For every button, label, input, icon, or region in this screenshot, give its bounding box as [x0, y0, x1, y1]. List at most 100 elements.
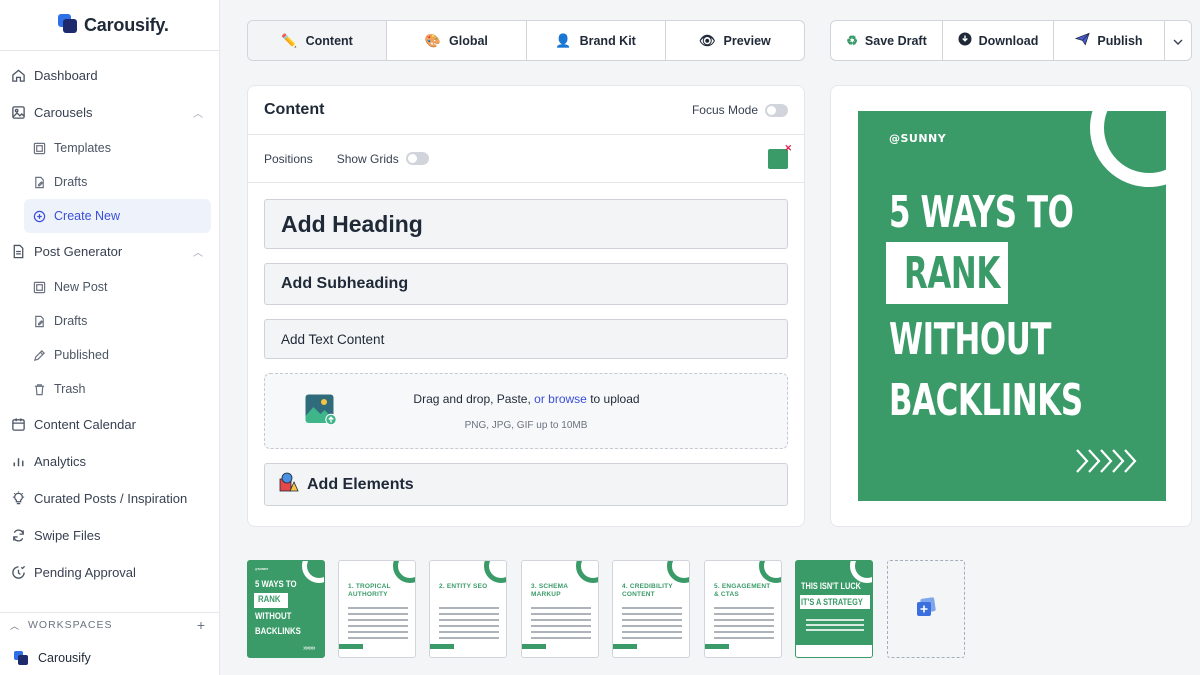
- upload-prefix: Drag and drop, Paste,: [413, 392, 531, 406]
- publish-button[interactable]: Publish: [1054, 21, 1165, 60]
- thumb-handle: @SUNNY: [255, 567, 269, 571]
- clock-check-icon: [10, 565, 26, 581]
- more-options-button[interactable]: [1165, 21, 1191, 60]
- corner-ring-decoration: [576, 561, 598, 583]
- sidebar-item-dashboard[interactable]: Dashboard: [0, 57, 219, 94]
- remove-color-icon[interactable]: ✕: [784, 143, 792, 154]
- thumb-bullets: [348, 607, 408, 643]
- upload-suffix: to upload: [590, 392, 640, 406]
- text-content-input[interactable]: Add Text Content: [264, 319, 788, 359]
- tab-label: Preview: [723, 33, 771, 48]
- background-color-swatch[interactable]: ✕: [768, 143, 792, 169]
- save-draft-label: Save Draft: [864, 33, 927, 48]
- editor-tabs: ✏️ Content 🎨 Global 👤 Brand Kit 👁 Previe…: [247, 20, 805, 61]
- slide-thumbnail[interactable]: 4. CREDIBILITY CONTENT: [612, 560, 690, 658]
- slide-thumbnail[interactable]: 3. SCHEMA MARKUP: [521, 560, 599, 658]
- sidebar-item-label: Templates: [54, 141, 111, 155]
- sidebar-item-analytics[interactable]: Analytics: [0, 443, 219, 480]
- thumb-line: RANK: [258, 594, 281, 605]
- sidebar-item-carousels[interactable]: Carousels ︿: [0, 94, 219, 131]
- tab-label: Global: [449, 33, 488, 48]
- tab-global[interactable]: 🎨 Global: [387, 21, 527, 60]
- upload-formats: PNG, JPG, GIF up to 10MB: [464, 420, 588, 431]
- slide-thumbnail[interactable]: 5. ENGAGEMENT & CTAS: [704, 560, 782, 658]
- slide-thumbnail[interactable]: THIS ISN'T LUCK IT'S A STRATEGY: [795, 560, 873, 658]
- slide-thumbnail[interactable]: 2. ENTITY SEO: [429, 560, 507, 658]
- focus-mode-toggle[interactable]: [765, 103, 788, 117]
- tab-label: Brand Kit: [579, 33, 636, 48]
- sidebar-item-post-generator[interactable]: Post Generator ︿: [0, 233, 219, 270]
- thumb-bullets: [806, 619, 864, 631]
- download-button[interactable]: Download: [943, 21, 1054, 60]
- sidebar-item-swipe-files[interactable]: Swipe Files: [0, 517, 219, 554]
- show-grids-toggle[interactable]: [405, 152, 429, 165]
- corner-ring-decoration: [850, 561, 872, 583]
- sidebar-item-trash[interactable]: Trash: [24, 372, 211, 406]
- carousify-logo-icon: [58, 14, 78, 34]
- positions-button[interactable]: Positions: [264, 152, 313, 166]
- sidebar-item-content-calendar[interactable]: Content Calendar: [0, 406, 219, 443]
- subheading-input[interactable]: Add Subheading: [264, 263, 788, 305]
- sidebar-item-label: Dashboard: [34, 68, 98, 83]
- thumb-title: 5. ENGAGEMENT & CTAS: [714, 583, 771, 598]
- sidebar-item-label: Post Generator: [34, 244, 123, 259]
- sidebar-item-label: Trash: [54, 382, 86, 396]
- corner-ring-decoration: [484, 561, 506, 583]
- thumb-title: 3. SCHEMA MARKUP: [531, 583, 568, 598]
- thumb-bullets: [714, 607, 774, 643]
- save-draft-button[interactable]: ♻ Save Draft: [831, 21, 943, 60]
- sidebar-item-create-new[interactable]: Create New: [24, 199, 211, 233]
- sidebar-item-label: Drafts: [54, 314, 88, 328]
- sidebar-item-templates[interactable]: Templates: [24, 131, 211, 165]
- workspace-item[interactable]: Carousify: [0, 643, 220, 673]
- sidebar-item-drafts[interactable]: Drafts: [24, 165, 211, 199]
- slide-thumbnail[interactable]: @SUNNY 5 WAYS TO RANK WITHOUT BACKLINKS …: [247, 560, 325, 658]
- thumb-line: IT'S A STRATEGY: [801, 597, 863, 607]
- chevron-up-icon[interactable]: ︿: [193, 105, 203, 120]
- content-panel: Content Focus Mode Positions Show Grids …: [247, 85, 805, 527]
- corner-ring-decoration: [667, 561, 689, 583]
- image-upload-dropzone[interactable]: Drag and drop, Paste, or browse to uploa…: [264, 373, 788, 449]
- thumb-accent-bar: [430, 644, 454, 649]
- workspaces-label: WORKSPACES: [28, 619, 113, 631]
- corner-ring-decoration: [393, 561, 415, 583]
- positions-row: Positions Show Grids ✕: [248, 135, 804, 183]
- thumb-bullets: [439, 607, 499, 643]
- thumb-accent-bar: [522, 644, 546, 649]
- sidebar-item-new-post[interactable]: New Post: [24, 270, 211, 304]
- panel-title: Content: [264, 101, 325, 118]
- tab-preview[interactable]: 👁 Preview: [666, 21, 804, 60]
- browse-link[interactable]: or browse: [534, 392, 587, 406]
- add-elements-button[interactable]: Add Elements: [264, 463, 788, 506]
- lightbulb-icon: [10, 491, 26, 507]
- sidebar-item-curated-posts[interactable]: Curated Posts / Inspiration: [0, 480, 219, 517]
- add-workspace-icon[interactable]: +: [197, 617, 206, 633]
- slide-thumbnail[interactable]: 1. TROPICAL AUTHORITY: [338, 560, 416, 658]
- swipe-arrows-icon: [1075, 447, 1145, 481]
- brand[interactable]: Carousify.: [0, 0, 219, 51]
- tab-content[interactable]: ✏️ Content: [248, 21, 388, 60]
- add-slide-button[interactable]: [887, 560, 965, 658]
- sidebar-item-label: Analytics: [34, 454, 87, 469]
- slide-heading-line-2: RANK: [904, 248, 1000, 299]
- workspaces-header[interactable]: ︿ WORKSPACES +: [0, 613, 220, 637]
- tab-brand-kit[interactable]: 👤 Brand Kit: [527, 21, 666, 60]
- content-panel-header: Content Focus Mode: [248, 86, 804, 135]
- sidebar-item-label: Carousels: [34, 105, 93, 120]
- sidebar-item-pending-approval[interactable]: Pending Approval: [0, 554, 219, 591]
- chevron-up-icon: ︿: [10, 620, 21, 631]
- draft-file-icon: [32, 175, 46, 189]
- sidebar: Carousify. Dashboard Carousels ︿ Templat…: [0, 0, 220, 675]
- image-icon: [10, 105, 26, 121]
- slide-preview[interactable]: @SUNNY 5 WAYS TO RANK WITHOUT BACKLINKS: [858, 111, 1166, 501]
- sidebar-item-published[interactable]: Published: [24, 338, 211, 372]
- trash-icon: [32, 382, 46, 396]
- sidebar-item-post-drafts[interactable]: Drafts: [24, 304, 211, 338]
- focus-mode-control: Focus Mode: [692, 103, 788, 117]
- heading-input[interactable]: Add Heading: [264, 199, 788, 249]
- chevron-up-icon[interactable]: ︿: [193, 244, 203, 259]
- plus-circle-icon: [32, 209, 46, 223]
- calendar-icon: [10, 417, 26, 433]
- person-icon: 👤: [555, 32, 572, 48]
- thumb-bullets: [622, 607, 682, 643]
